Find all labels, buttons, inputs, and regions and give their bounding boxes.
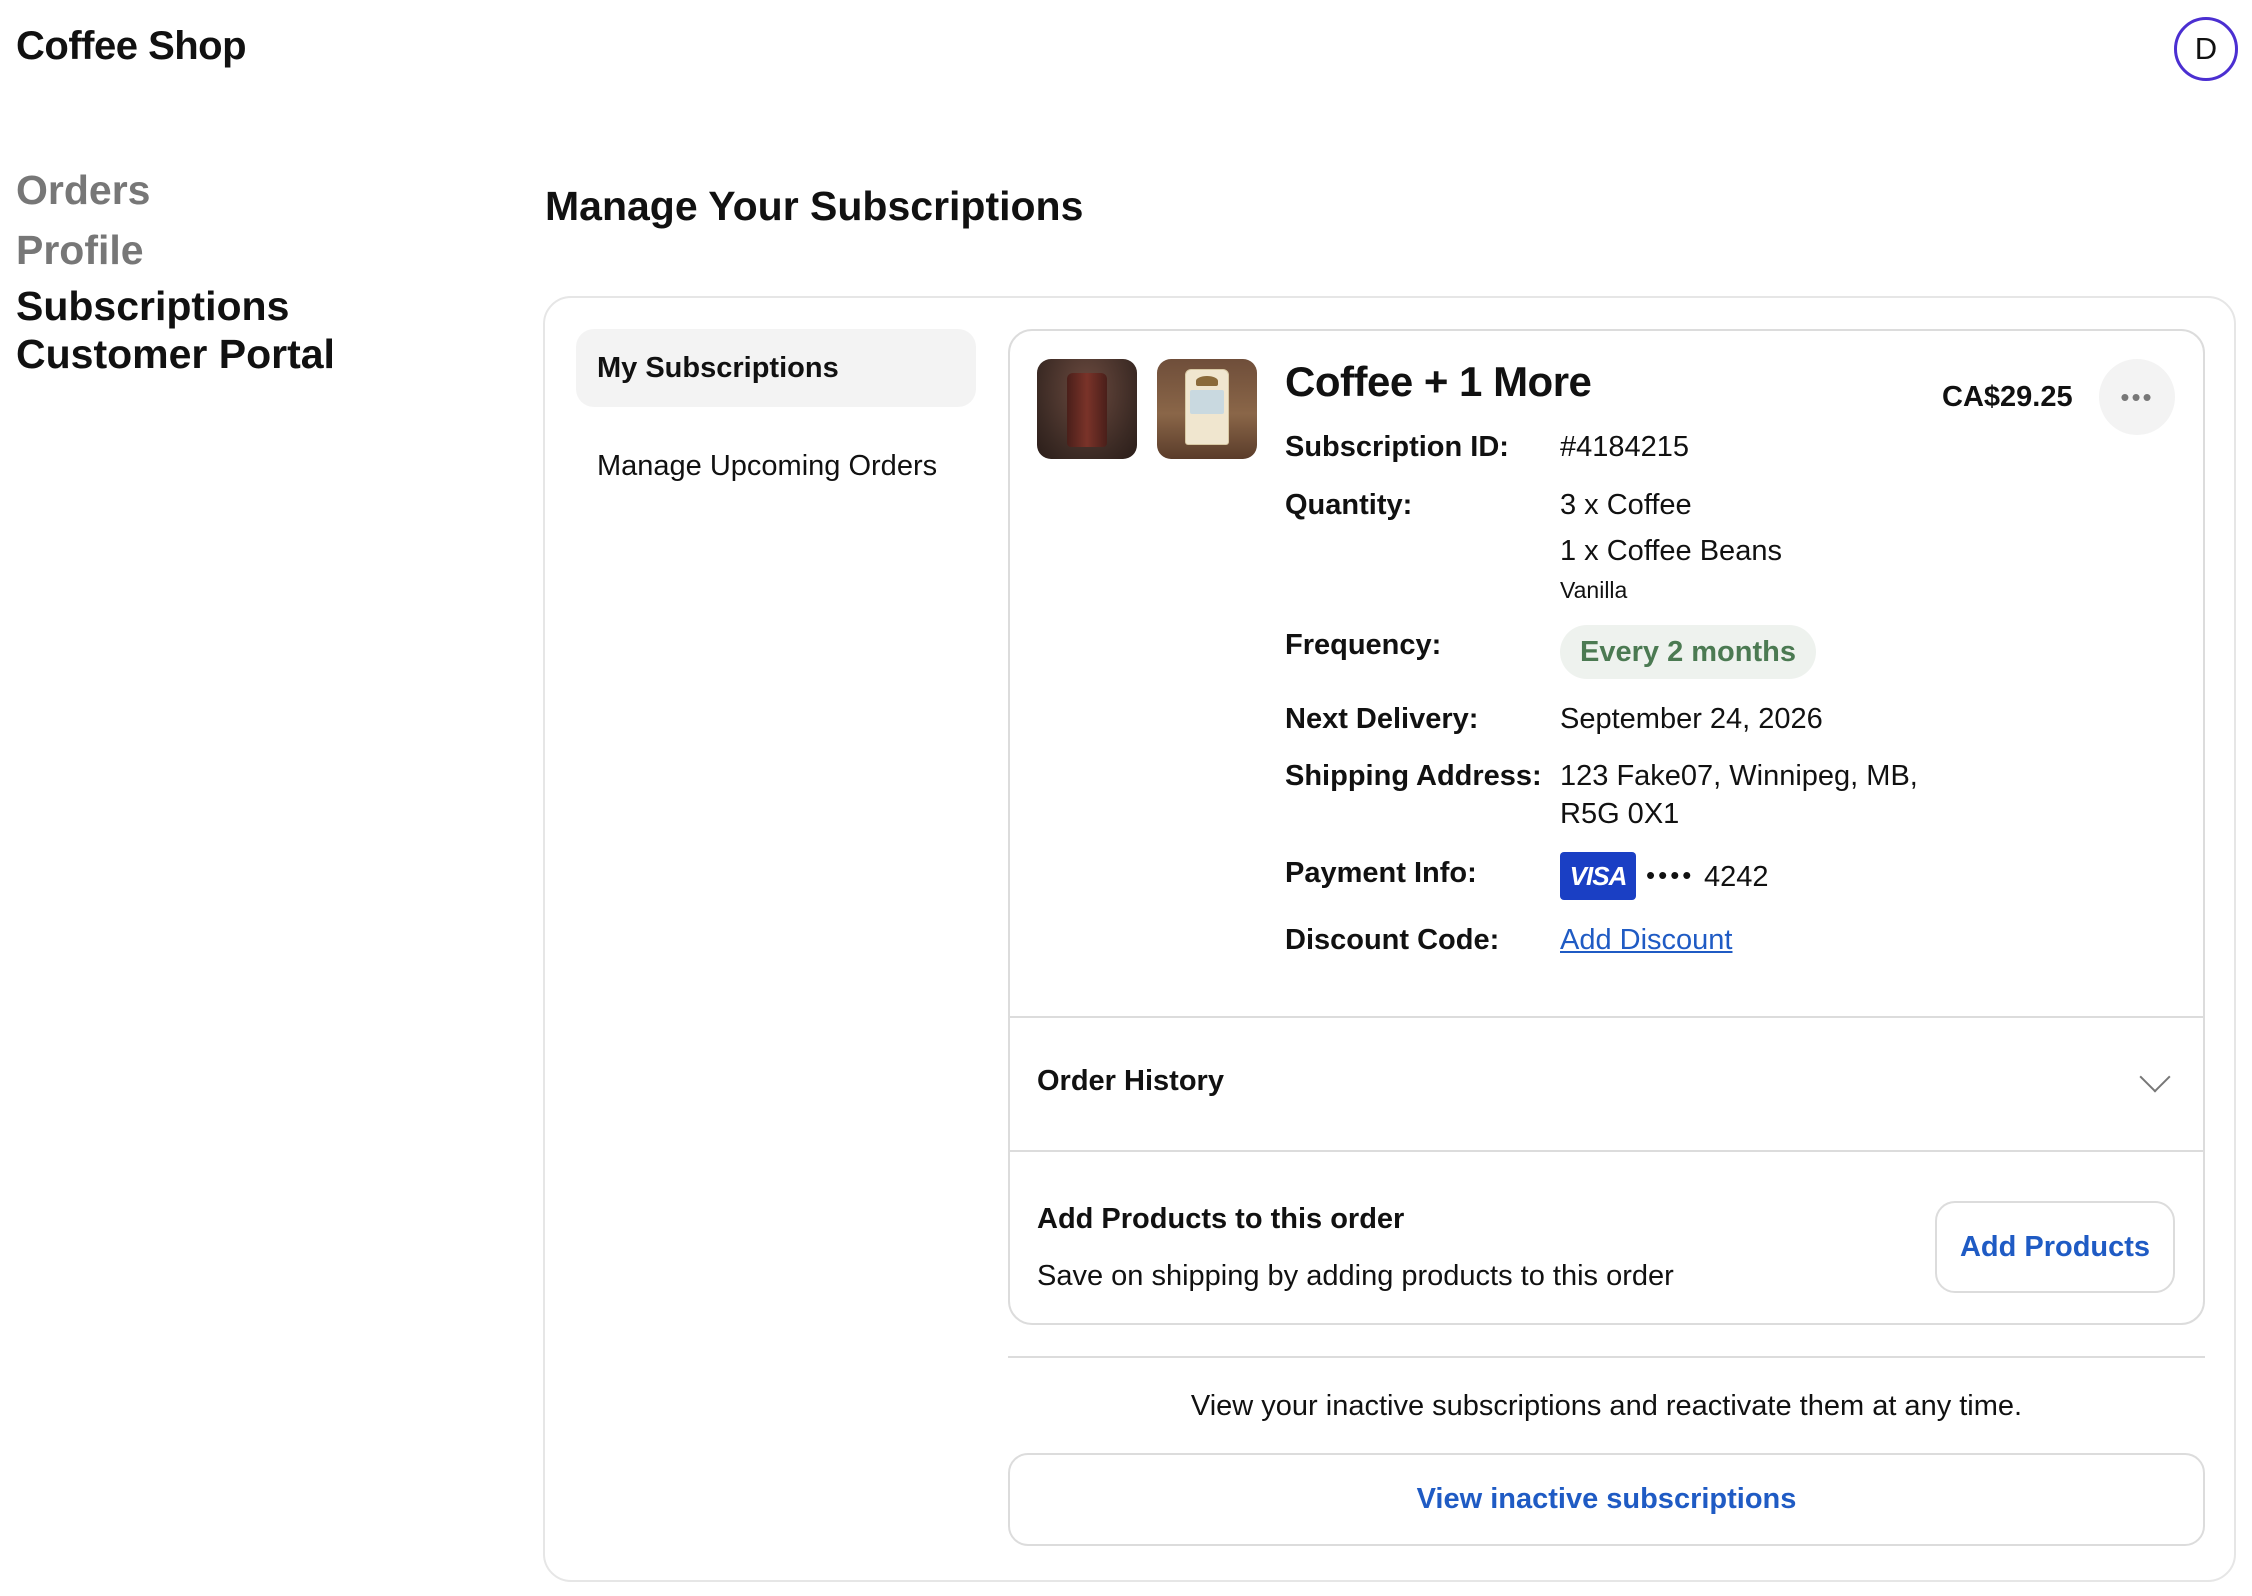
next-delivery-label: Next Delivery: bbox=[1285, 703, 1479, 735]
subscription-id-label: Subscription ID: bbox=[1285, 431, 1509, 463]
coffee-beans-bag-image bbox=[1185, 369, 1229, 445]
coffee-bag-image bbox=[1067, 373, 1107, 447]
product-thumbnail-coffee-beans bbox=[1157, 359, 1257, 459]
subscription-id-value: #4184215 bbox=[1560, 431, 1690, 463]
avatar[interactable]: D bbox=[2174, 17, 2238, 81]
divider bbox=[1008, 1356, 2205, 1358]
tab-my-subscriptions[interactable]: My Subscriptions bbox=[576, 329, 976, 407]
sidebar-item-profile[interactable]: Profile bbox=[16, 220, 335, 280]
sidebar-item-orders[interactable]: Orders bbox=[16, 160, 335, 220]
divider bbox=[1010, 1150, 2203, 1152]
sidebar-item-customer-portal[interactable]: Customer Portal bbox=[16, 330, 335, 378]
bag-logo-icon bbox=[1196, 376, 1218, 386]
frequency-value: Every 2 months bbox=[1580, 635, 1796, 668]
discount-code-label: Discount Code: bbox=[1285, 924, 1500, 956]
subscription-price: CA$29.25 bbox=[1942, 381, 2073, 413]
sidebar-nav: Orders Profile Subscriptions Customer Po… bbox=[16, 160, 335, 378]
add-products-description: Save on shipping by adding products to t… bbox=[1037, 1260, 1674, 1292]
quantity-label: Quantity: bbox=[1285, 489, 1413, 521]
frequency-label: Frequency: bbox=[1285, 629, 1442, 661]
subscription-title: Coffee + 1 More bbox=[1285, 358, 1592, 405]
payment-info-label: Payment Info: bbox=[1285, 857, 1477, 889]
view-inactive-subscriptions-button[interactable]: View inactive subscriptions bbox=[1008, 1453, 2205, 1546]
shipping-address-label: Shipping Address: bbox=[1285, 760, 1542, 792]
frequency-badge: Every 2 months bbox=[1560, 625, 1816, 679]
subscriptions-subnav: My Subscriptions Manage Upcoming Orders bbox=[576, 329, 976, 505]
product-thumbnail-coffee bbox=[1037, 359, 1137, 459]
page-title: Manage Your Subscriptions bbox=[545, 183, 1084, 229]
more-options-button[interactable]: ••• bbox=[2099, 359, 2175, 435]
page: Coffee Shop D Orders Profile Subscriptio… bbox=[0, 0, 2252, 1596]
card-last4: 4242 bbox=[1704, 861, 1769, 893]
add-products-title: Add Products to this order bbox=[1037, 1203, 1405, 1235]
variant-label: Vanilla bbox=[1560, 577, 1628, 603]
ellipsis-icon: ••• bbox=[2120, 381, 2154, 412]
shipping-address-line-2: R5G 0X1 bbox=[1560, 798, 1680, 830]
quantity-line-2: 1 x Coffee Beans bbox=[1560, 535, 1782, 567]
shipping-address-line-1: 123 Fake07, Winnipeg, MB, bbox=[1560, 760, 1918, 792]
card-masked-digits: •••• bbox=[1646, 860, 1695, 890]
add-products-button[interactable]: Add Products bbox=[1935, 1201, 2175, 1293]
order-history-label: Order History bbox=[1037, 1065, 1224, 1097]
sidebar-item-subscriptions[interactable]: Subscriptions bbox=[16, 282, 335, 330]
brand-title: Coffee Shop bbox=[16, 24, 247, 68]
visa-card-icon: VISA bbox=[1560, 852, 1636, 900]
bag-label-icon bbox=[1190, 390, 1224, 414]
add-discount-link[interactable]: Add Discount bbox=[1560, 924, 1733, 957]
tab-manage-upcoming-orders[interactable]: Manage Upcoming Orders bbox=[576, 427, 976, 505]
next-delivery-value: September 24, 2026 bbox=[1560, 703, 1823, 735]
chevron-down-icon bbox=[2139, 1061, 2171, 1093]
avatar-initial: D bbox=[2194, 31, 2218, 66]
quantity-line-1: 3 x Coffee bbox=[1560, 489, 1692, 521]
inactive-subscriptions-note: View your inactive subscriptions and rea… bbox=[1190, 1390, 2023, 1422]
order-history-toggle[interactable]: Order History bbox=[1010, 1018, 2203, 1150]
